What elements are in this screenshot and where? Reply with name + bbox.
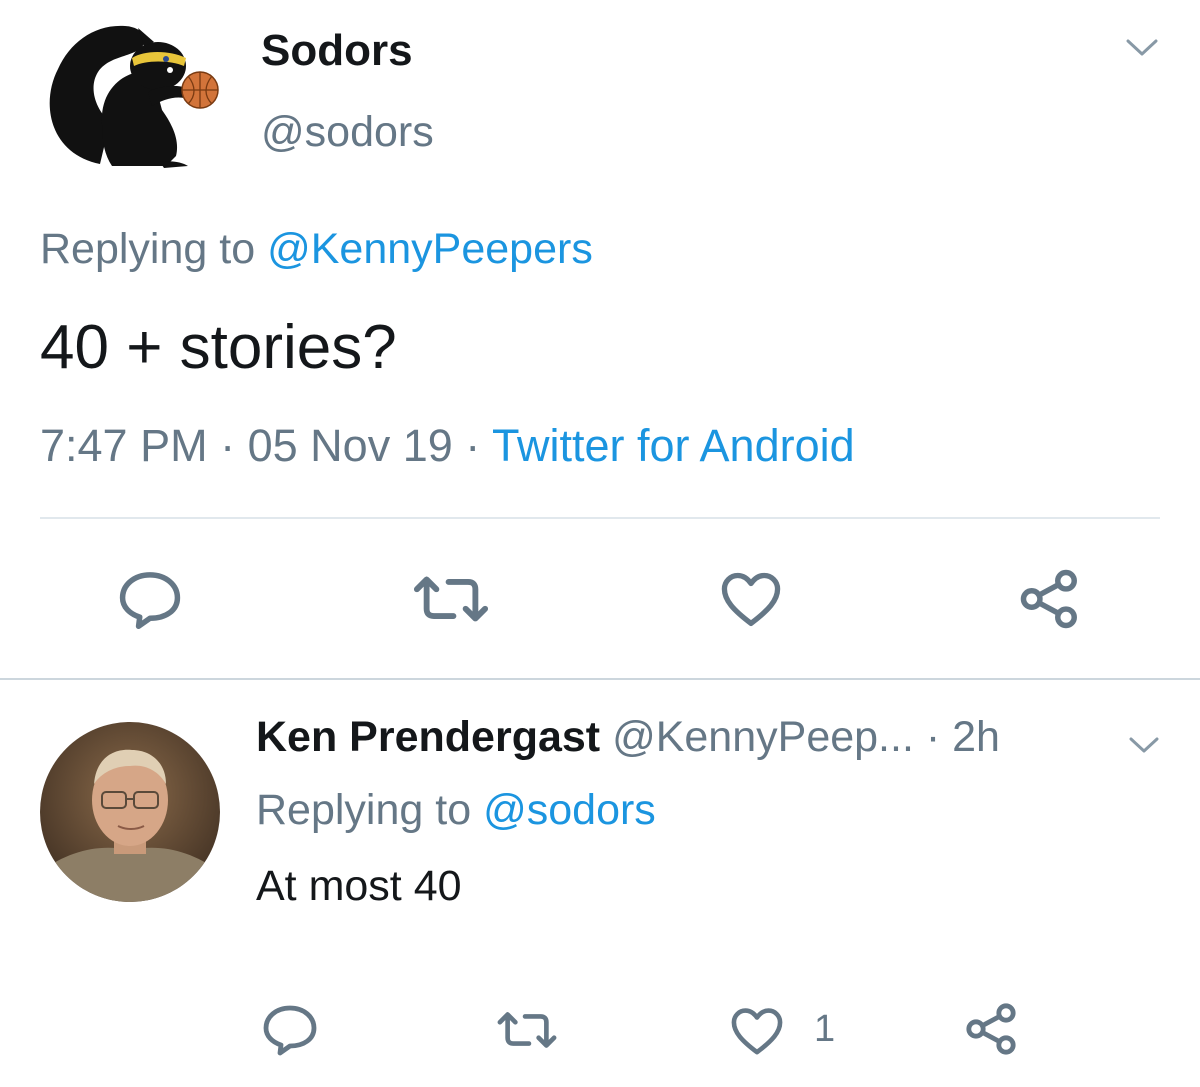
share-icon[interactable]: [1018, 566, 1082, 632]
tweet-date[interactable]: 05 Nov 19: [248, 420, 453, 471]
heart-icon[interactable]: [730, 1006, 784, 1056]
retweet-icon[interactable]: [496, 1010, 558, 1050]
reply-time: · 2h: [926, 713, 1000, 761]
reply-author-display-name[interactable]: Ken Prendergast: [256, 713, 600, 761]
tweet-meta: 7:47 PM · 05 Nov 19 · Twitter for Androi…: [40, 420, 855, 472]
reply-icon[interactable]: [262, 1004, 318, 1056]
replying-to-line: Replying to @KennyPeepers: [40, 225, 593, 274]
divider: [40, 517, 1160, 519]
time-separator: ·: [925, 713, 941, 761]
squirrel-basketball-logo: [49, 25, 219, 168]
reply-tweet-text: At most 40: [256, 862, 462, 910]
reply-replying-to-line: Replying to @sodors: [256, 786, 656, 835]
meta-separator: ·: [220, 420, 236, 471]
ken-prendergast-avatar[interactable]: [40, 722, 220, 902]
like-count: 1: [814, 1008, 836, 1050]
reply-header: Ken Prendergast @KennyPeep... · 2h: [256, 713, 1000, 762]
retweet-icon[interactable]: [412, 574, 490, 624]
tweet-text: 40 + stories?: [40, 313, 397, 382]
tweet-source-link[interactable]: Twitter for Android: [492, 420, 855, 471]
replying-to-label: Replying to: [256, 786, 472, 834]
replying-to-mention-link[interactable]: @KennyPeepers: [267, 225, 593, 273]
meta-separator: ·: [465, 420, 481, 471]
replying-to-label: Replying to: [40, 225, 256, 273]
replying-to-mention-link[interactable]: @sodors: [483, 786, 656, 834]
reply-author-handle[interactable]: @KennyPeep...: [612, 713, 914, 761]
profile-photo: [40, 722, 220, 902]
chevron-down-icon[interactable]: [1126, 734, 1162, 756]
author-handle[interactable]: @sodors: [261, 108, 434, 157]
tweet-time[interactable]: 7:47 PM: [40, 420, 208, 471]
heart-icon[interactable]: [720, 570, 782, 628]
divider: [0, 678, 1200, 680]
relative-time[interactable]: 2h: [952, 713, 1000, 761]
sodors-avatar[interactable]: [40, 14, 220, 174]
chevron-down-icon[interactable]: [1122, 36, 1162, 60]
reply-icon[interactable]: [118, 570, 182, 630]
share-icon[interactable]: [964, 1000, 1020, 1058]
author-display-name[interactable]: Sodors: [261, 26, 413, 76]
